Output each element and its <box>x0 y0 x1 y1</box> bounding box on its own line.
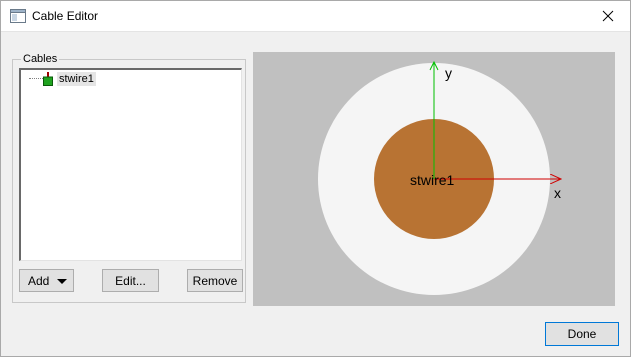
done-button-label: Done <box>567 327 597 341</box>
add-dropdown-button[interactable]: Add <box>19 269 74 292</box>
remove-button[interactable]: Remove <box>187 269 243 292</box>
tree-connector-line <box>29 78 43 79</box>
cables-group-label: Cables <box>21 53 60 65</box>
x-axis-label: x <box>554 185 561 201</box>
wire-label: stwire1 <box>410 172 455 188</box>
title-bar[interactable]: Cable Editor <box>1 1 630 32</box>
chevron-down-icon <box>57 279 67 284</box>
cables-tree[interactable]: stwire1 <box>19 68 242 261</box>
close-icon <box>602 10 614 22</box>
cable-editor-window: Cable Editor Cables stwire1 Add Edit... … <box>0 0 631 357</box>
remove-button-label: Remove <box>192 273 238 288</box>
close-button[interactable] <box>586 1 630 31</box>
add-button-label: Add <box>28 273 50 288</box>
edit-button-label: Edit... <box>115 273 146 288</box>
edit-button[interactable]: Edit... <box>102 269 159 292</box>
tree-item-label: stwire1 <box>57 72 96 86</box>
cable-cross-section-preview[interactable]: stwire1 x y <box>253 52 615 306</box>
cross-section-canvas: stwire1 x y <box>318 60 615 295</box>
y-axis-label: y <box>445 65 452 81</box>
window-title: Cable Editor <box>32 9 99 23</box>
cable-node-icon <box>43 72 53 86</box>
app-window-icon <box>10 9 26 23</box>
done-button[interactable]: Done <box>545 322 619 346</box>
tree-item-stwire1[interactable]: stwire1 <box>21 72 221 88</box>
